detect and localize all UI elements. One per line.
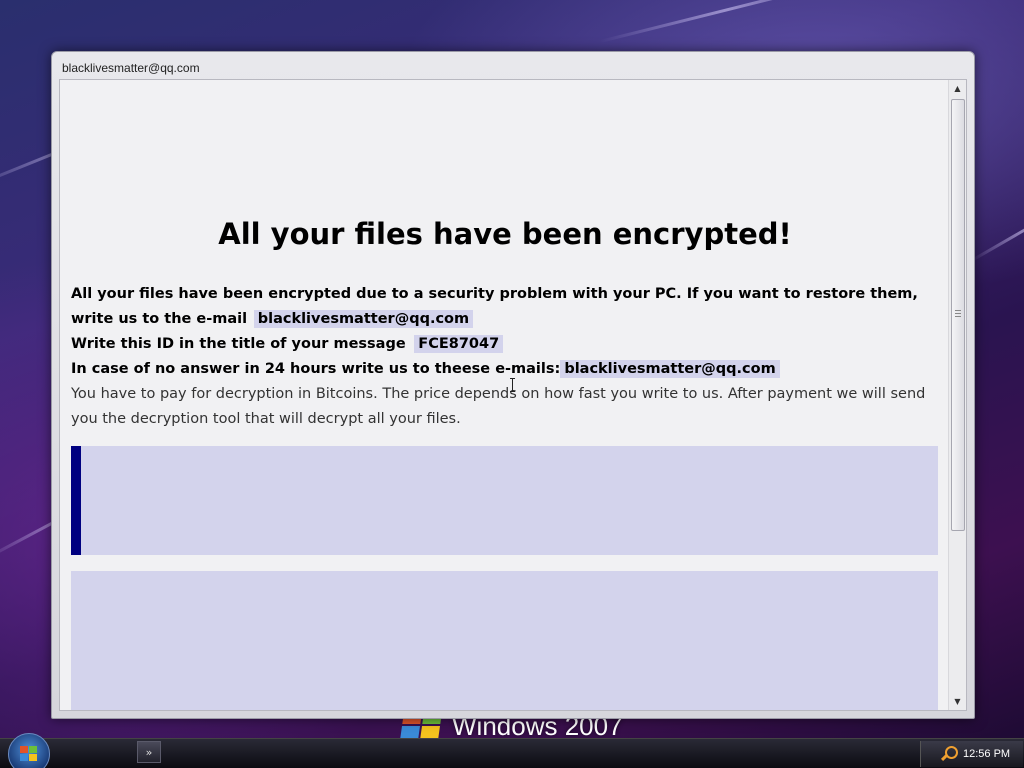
desktop: Windows 2007 blacklivesmatter@qq.com All… [0,0,1024,768]
contact-email[interactable]: blacklivesmatter@qq.com [253,310,474,328]
grip-icon [955,310,961,317]
line-id: Write this ID in the title of your messa… [71,332,939,357]
system-tray: 12:56 PM [920,741,1023,767]
arrow-down-icon[interactable]: ▼ [949,693,966,710]
info-box-primary [71,446,938,555]
taskbar: » 12:56 PM [0,733,1024,768]
fallback-email[interactable]: blacklivesmatter@qq.com [560,360,780,378]
arrow-up-icon[interactable]: ▲ [949,80,966,97]
ransom-window[interactable]: blacklivesmatter@qq.com All your files h… [51,51,975,719]
fallback-text: In case of no answer in 24 hours write u… [71,361,561,377]
page-title: All your files have been encrypted! [218,217,792,251]
payment-text: You have to pay for decryption in Bitcoi… [71,386,926,427]
start-button[interactable] [8,733,50,768]
vertical-scrollbar[interactable]: ▲ ▼ [948,80,966,710]
search-icon[interactable] [941,746,958,762]
victim-id: FCE87047 [414,335,504,353]
restore-text: All your files have been encrypted due t… [71,286,918,327]
message-body: All your files have been encrypted due t… [71,282,939,432]
line-restore: All your files have been encrypted due t… [71,282,939,332]
wallpaper-streak [599,0,853,43]
wallpaper-streak [969,200,1024,263]
line-fallback: In case of no answer in 24 hours write u… [71,357,939,382]
text-cursor-icon [510,378,515,392]
windows-logo-icon [20,746,38,762]
quicklaunch-expand-button[interactable]: » [137,741,161,763]
clock[interactable]: 12:56 PM [963,748,1010,760]
id-instruction-text: Write this ID in the title of your messa… [71,336,406,352]
scroll-thumb[interactable] [951,99,965,531]
window-client-area: All your files have been encrypted! All … [59,79,967,711]
info-box-secondary [71,571,938,710]
window-title: blacklivesmatter@qq.com [62,61,200,75]
